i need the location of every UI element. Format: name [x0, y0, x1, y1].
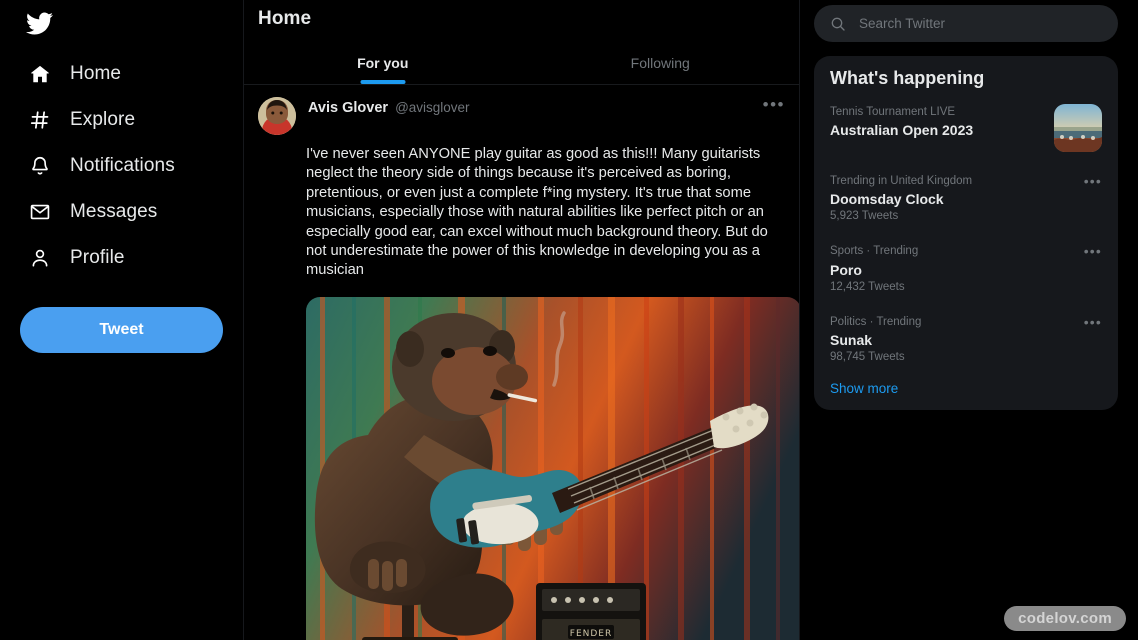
ellipsis-icon[interactable]: •••	[1084, 243, 1102, 258]
trend-category: Tennis Tournament LIVE	[830, 106, 956, 118]
tweet-button[interactable]: Tweet	[20, 307, 223, 353]
trend-name: Poro	[830, 261, 862, 278]
sidebar-item-explore[interactable]: Explore	[0, 97, 243, 143]
tab-label: Following	[630, 55, 690, 71]
tweet-text: I've never seen ANYONE play guitar as go…	[306, 146, 768, 279]
svg-text:FENDER: FENDER	[570, 629, 612, 639]
home-icon	[28, 62, 52, 86]
sidebar-item-label: Explore	[70, 109, 136, 130]
tweet-media-image[interactable]: FENDER	[306, 296, 799, 640]
trend-name: Sunak	[830, 331, 873, 348]
page-title: Home	[258, 8, 312, 29]
trend-tweet-count: 98,745 Tweets	[830, 350, 905, 363]
tweet-header: Avis Glover @avisglover •••	[258, 96, 785, 135]
sidebar-item-messages[interactable]: Messages	[0, 189, 243, 235]
trend-text-block: Trending in United Kingdom Doomsday Cloc…	[830, 173, 1074, 222]
trend-text-block: Tennis Tournament LIVE Australian Open 2…	[830, 104, 1044, 138]
trend-tweet-count: 5,923 Tweets	[830, 210, 899, 223]
hashtag-icon	[28, 108, 52, 132]
trend-item-australian-open[interactable]: Tennis Tournament LIVE Australian Open 2…	[814, 93, 1118, 162]
author-handle: @avisglover	[395, 100, 470, 115]
ellipsis-icon[interactable]: •••	[1084, 173, 1102, 188]
trend-item-doomsday-clock[interactable]: Trending in United Kingdom Doomsday Cloc…	[814, 162, 1118, 232]
author-display-name: Avis Glover	[308, 100, 389, 116]
tweet-card[interactable]: Avis Glover @avisglover ••• I've never s…	[244, 85, 799, 640]
search-icon	[830, 16, 847, 32]
sidebar-item-label: Home	[70, 63, 122, 84]
tab-label: For you	[357, 55, 409, 71]
search-bar[interactable]	[814, 5, 1118, 42]
watermark: codelov.com	[1004, 606, 1126, 631]
sidebar-item-home[interactable]: Home	[0, 51, 243, 97]
trend-item-poro[interactable]: Sports · Trending Poro 12,432 Tweets •••	[814, 232, 1118, 302]
sidebar-item-profile[interactable]: Profile	[0, 235, 243, 281]
left-sidebar: Home Explore Notifications Messages Prof…	[0, 0, 244, 640]
tab-following[interactable]: Following	[522, 46, 800, 84]
right-sidebar: What's happening Tennis Tournament LIVE …	[800, 0, 1138, 640]
envelope-icon	[28, 200, 52, 224]
trend-tweet-count: 12,432 Tweets	[830, 280, 905, 293]
twitter-app: Home Explore Notifications Messages Prof…	[0, 0, 1138, 640]
sidebar-item-notifications[interactable]: Notifications	[0, 143, 243, 189]
avatar[interactable]	[258, 97, 296, 135]
sidebar-item-label: Messages	[70, 201, 158, 222]
feed-tabs: For you Following	[244, 46, 799, 85]
main-feed-column: Home For you Following Avis Glover @avis…	[244, 0, 800, 640]
search-input[interactable]	[859, 16, 1102, 31]
trend-category: Politics · Trending	[830, 315, 922, 328]
show-more-link[interactable]: Show more	[814, 373, 1118, 402]
whats-happening-title: What's happening	[830, 68, 985, 88]
tweet-author: Avis Glover @avisglover	[308, 97, 751, 116]
ellipsis-icon[interactable]: •••	[763, 96, 785, 113]
active-tab-indicator	[360, 80, 406, 84]
trend-item-sunak[interactable]: Politics · Trending Sunak 98,745 Tweets …	[814, 303, 1118, 373]
twitter-bird-icon	[26, 10, 243, 37]
person-icon	[28, 246, 52, 270]
trend-text-block: Sports · Trending Poro 12,432 Tweets	[830, 243, 1074, 292]
trend-name: Australian Open 2023	[830, 122, 974, 139]
primary-navigation: Home Explore Notifications Messages Prof…	[0, 51, 243, 281]
tab-for-you[interactable]: For you	[244, 46, 522, 84]
trend-category: Sports · Trending	[830, 245, 919, 258]
sidebar-item-label: Profile	[70, 247, 125, 268]
trend-category: Trending in United Kingdom	[830, 175, 973, 187]
trend-name: Doomsday Clock	[830, 191, 944, 208]
twitter-logo[interactable]	[0, 4, 243, 51]
trend-text-block: Politics · Trending Sunak 98,745 Tweets	[830, 314, 1074, 363]
ellipsis-icon[interactable]: •••	[1084, 314, 1102, 329]
whats-happening-card: What's happening Tennis Tournament LIVE …	[814, 56, 1118, 410]
sidebar-item-label: Notifications	[70, 155, 175, 176]
trend-thumbnail-image	[1054, 104, 1102, 152]
bell-icon	[28, 154, 52, 178]
